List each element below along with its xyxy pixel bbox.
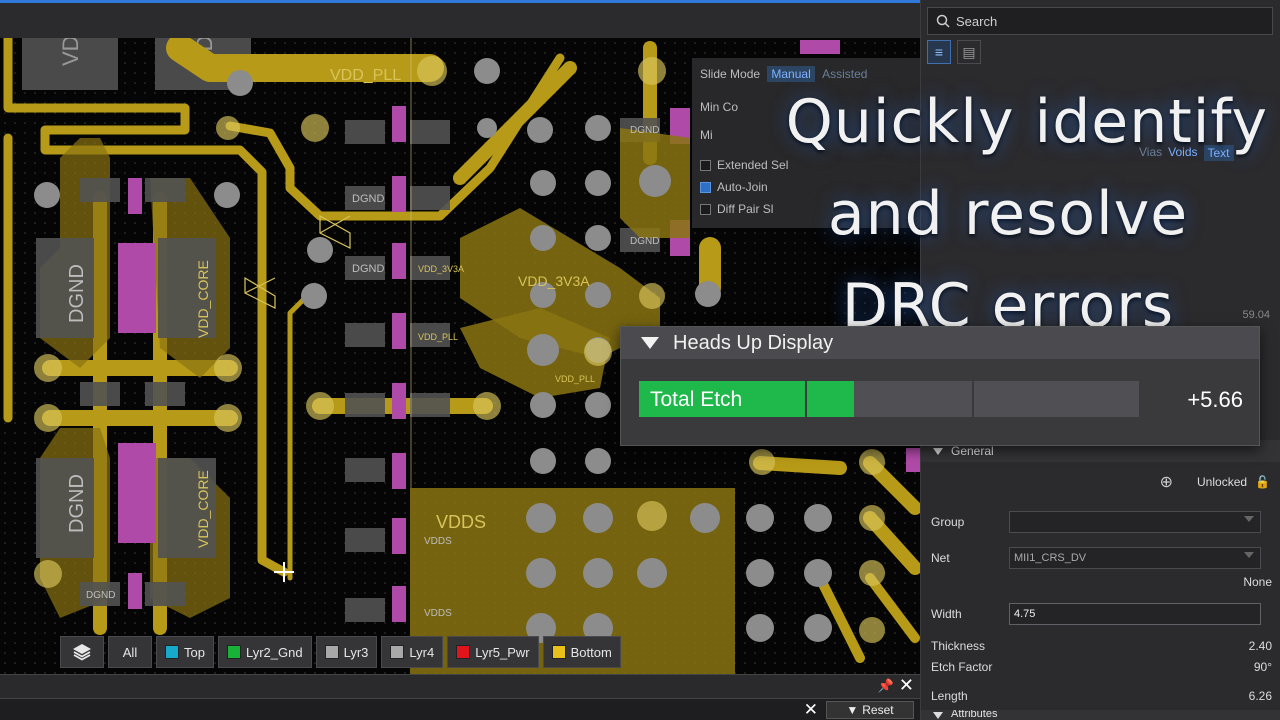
width-input[interactable]: 4.75 [1009, 603, 1261, 625]
vdds-label: VDDS [436, 512, 486, 532]
vdd-3v3a-label-small: VDD_3V3A [418, 264, 464, 274]
total-etch-label: Total Etch [650, 388, 743, 411]
net-value: MII1_CRS_DV [1014, 552, 1087, 564]
dgnd-label-6: DGND [630, 125, 659, 136]
net-select[interactable]: MII1_CRS_DV [1009, 547, 1261, 569]
layer-all-button[interactable]: All [108, 636, 152, 668]
dgnd-label-1: DGND [66, 264, 88, 323]
unlock-icon: 🔓 [1255, 475, 1270, 489]
layer-items: Top Lyr2_Gnd Lyr3 Lyr4 Lyr5_Pwr Bottom [156, 636, 621, 668]
net-none-label: None [1243, 575, 1272, 589]
net-globe-icon[interactable]: ⊕ [1160, 472, 1173, 492]
vdd-label-1: VDD [58, 38, 83, 66]
vdd-pll-label: VDD_PLL [330, 67, 401, 84]
group-select[interactable] [1009, 511, 1261, 533]
bar-divider [805, 381, 807, 417]
section-attributes[interactable]: Attributes [921, 710, 1280, 720]
layer-button-lyr4[interactable]: Lyr4 [381, 636, 444, 668]
clipboard-button[interactable]: ▤ [957, 40, 981, 64]
bottom-filter-bar: ✕ ▼ Reset [0, 698, 920, 720]
total-etch-value: +5.66 [1187, 387, 1243, 412]
layer-label: Top [184, 644, 205, 660]
collapse-triangle-icon [933, 712, 943, 719]
dgnd-label-7: DGND [630, 236, 659, 247]
layer-button-lyr5-pwr[interactable]: Lyr5_Pwr [447, 636, 539, 668]
etch-factor-label: Etch Factor [931, 660, 993, 674]
layer-label: Bottom [570, 644, 612, 660]
total-etch-bar: Total Etch [639, 381, 1139, 417]
layer-button-lyr3[interactable]: Lyr3 [315, 636, 378, 668]
heads-up-display: Heads Up Display Total Etch +5.66 [620, 326, 1260, 446]
vdd-core-label-1: VDD_CORE [195, 260, 211, 338]
layer-color-swatch [390, 645, 405, 659]
layer-color-swatch [324, 645, 339, 659]
filter-settings-button[interactable]: ≡ [927, 40, 951, 64]
layer-label: Lyr4 [409, 644, 435, 660]
layers-stack-button[interactable] [60, 636, 104, 668]
top-toolbar [0, 0, 920, 38]
bottom-panel-header: 📌 ✕ [0, 674, 920, 698]
search-icon [936, 14, 950, 28]
layer-all-label: All [122, 644, 138, 660]
hud-header[interactable]: Heads Up Display [621, 327, 1259, 359]
sliders-icon: ≡ [934, 44, 944, 60]
filter-icon: ▼ [846, 703, 859, 717]
vdd-core-label-2: VDD_CORE [195, 470, 211, 548]
collapse-triangle-icon [641, 337, 659, 349]
clipboard-icon: ▤ [962, 43, 976, 60]
vdds-label-small-1: VDDS [424, 536, 452, 547]
layer-toolbar: All Top Lyr2_Gnd Lyr3 Lyr4 Lyr5_Pwr Bottom [60, 636, 621, 668]
group-label: Group [931, 515, 965, 529]
layer-button-top[interactable]: Top [156, 636, 214, 668]
chevron-down-icon [1244, 552, 1254, 558]
vdds-label-small-2: VDDS [424, 608, 452, 619]
caption-line-2: and resolve [827, 179, 1189, 249]
thickness-value: 2.40 [1248, 639, 1272, 653]
net-label: Net [931, 551, 950, 565]
search-placeholder: Search [956, 13, 998, 29]
caption-line-1: Quickly identify [785, 87, 1268, 157]
collapse-triangle-icon [933, 447, 943, 455]
search-input[interactable]: Search [927, 7, 1273, 35]
panel-tools: ≡ ▤ [927, 40, 981, 64]
vdd-3v3a-label-big: VDD_3V3A [518, 273, 590, 289]
dgnd-label-2: DGND [66, 474, 88, 533]
width-value: 4.75 [1014, 608, 1036, 620]
caption-overlay: Quickly identify and resolve DRC errors [668, 76, 1268, 352]
layers-stack-icon [73, 644, 91, 661]
lock-label: Unlocked [1197, 475, 1248, 489]
layer-color-swatch [551, 645, 566, 659]
hud-title: Heads Up Display [673, 331, 834, 354]
pin-icon[interactable]: 📌 [878, 678, 894, 694]
chevron-down-icon [1244, 516, 1254, 522]
layer-label: Lyr5_Pwr [475, 644, 530, 660]
lock-toggle[interactable]: ⊕ Unlocked 🔓 [1160, 472, 1270, 492]
general-label: General [951, 444, 994, 458]
vdd-pll-pad-label: VDD_PLL [555, 374, 595, 384]
length-value: 6.26 [1248, 689, 1272, 703]
dgnd-label-3: DGND [352, 193, 384, 205]
thickness-label: Thickness [931, 639, 986, 653]
layer-label: Lyr2_Gnd [245, 644, 303, 660]
reset-button[interactable]: ▼ Reset [826, 701, 914, 719]
dgnd-label-4: DGND [352, 263, 384, 275]
layer-color-swatch [226, 645, 241, 659]
layer-color-swatch [456, 645, 471, 659]
length-label: Length [931, 689, 968, 703]
layer-color-swatch [165, 645, 179, 659]
layer-label: Lyr3 [343, 644, 369, 660]
close-icon[interactable]: ✕ [899, 675, 914, 696]
reset-label: Reset [862, 703, 894, 717]
bar-divider [972, 381, 974, 417]
width-label: Width [931, 607, 962, 621]
etch-factor-value: 90° [1253, 660, 1272, 674]
vdd-pll-label-small: VDD_PLL [418, 332, 458, 342]
layer-button-lyr2-gnd[interactable]: Lyr2_Gnd [217, 636, 312, 668]
clear-filter-icon[interactable]: ✕ [804, 700, 818, 720]
dgnd-label-5: DGND [86, 590, 115, 601]
attributes-label: Attributes [951, 710, 998, 720]
layer-button-bottom[interactable]: Bottom [542, 636, 621, 668]
